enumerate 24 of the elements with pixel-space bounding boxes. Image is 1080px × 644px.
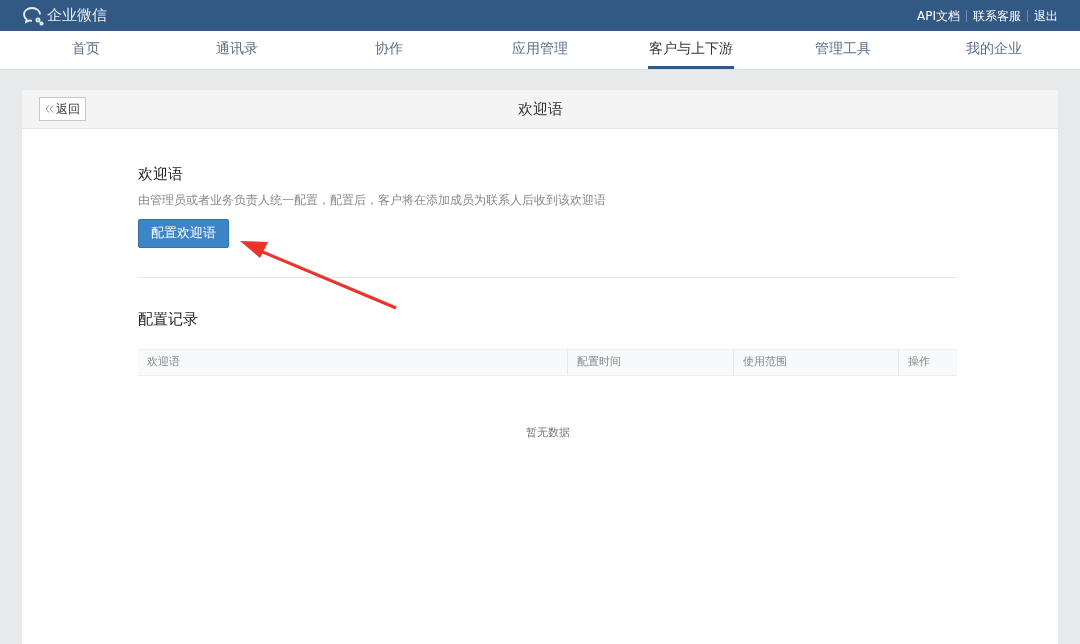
nav-tab[interactable]: 协作 <box>373 31 404 69</box>
column-header: 配置时间 <box>577 354 621 371</box>
nav-tab[interactable]: 应用管理 <box>510 31 569 69</box>
section-title: 欢迎语 <box>138 164 184 185</box>
column-header: 欢迎语 <box>147 354 180 371</box>
configure-button[interactable]: 配置欢迎语 <box>138 218 229 248</box>
nav-tab[interactable]: 首页 <box>70 31 101 69</box>
empty-message: 暂无数据 <box>525 425 570 441</box>
logo-text: 企业微信 <box>47 5 107 27</box>
chat-bubble-icon <box>22 5 44 26</box>
nav-tab[interactable]: 管理工具 <box>813 31 872 69</box>
nav-tab[interactable]: 客户与上下游 <box>648 31 735 69</box>
page-title: 欢迎语 <box>517 98 563 120</box>
section-title: 配置记录 <box>138 308 199 330</box>
header-link[interactable]: 联系客服 <box>973 6 1021 25</box>
column-header: 使用范围 <box>743 354 787 371</box>
double-chevron-icon <box>45 105 54 113</box>
column-header: 操作 <box>908 354 930 371</box>
section-description: 由管理员或者业务负责人统一配置，配置后，客户将在添加成员为联系人后收到该欢迎语 <box>138 191 607 209</box>
back-button[interactable]: 返回 <box>39 97 86 121</box>
header-link[interactable]: API文档 <box>917 6 960 25</box>
header-link[interactable]: 退出 <box>1034 6 1058 25</box>
nav-tab[interactable]: 我的企业 <box>965 31 1024 69</box>
nav-tab[interactable]: 通讯录 <box>215 31 260 69</box>
